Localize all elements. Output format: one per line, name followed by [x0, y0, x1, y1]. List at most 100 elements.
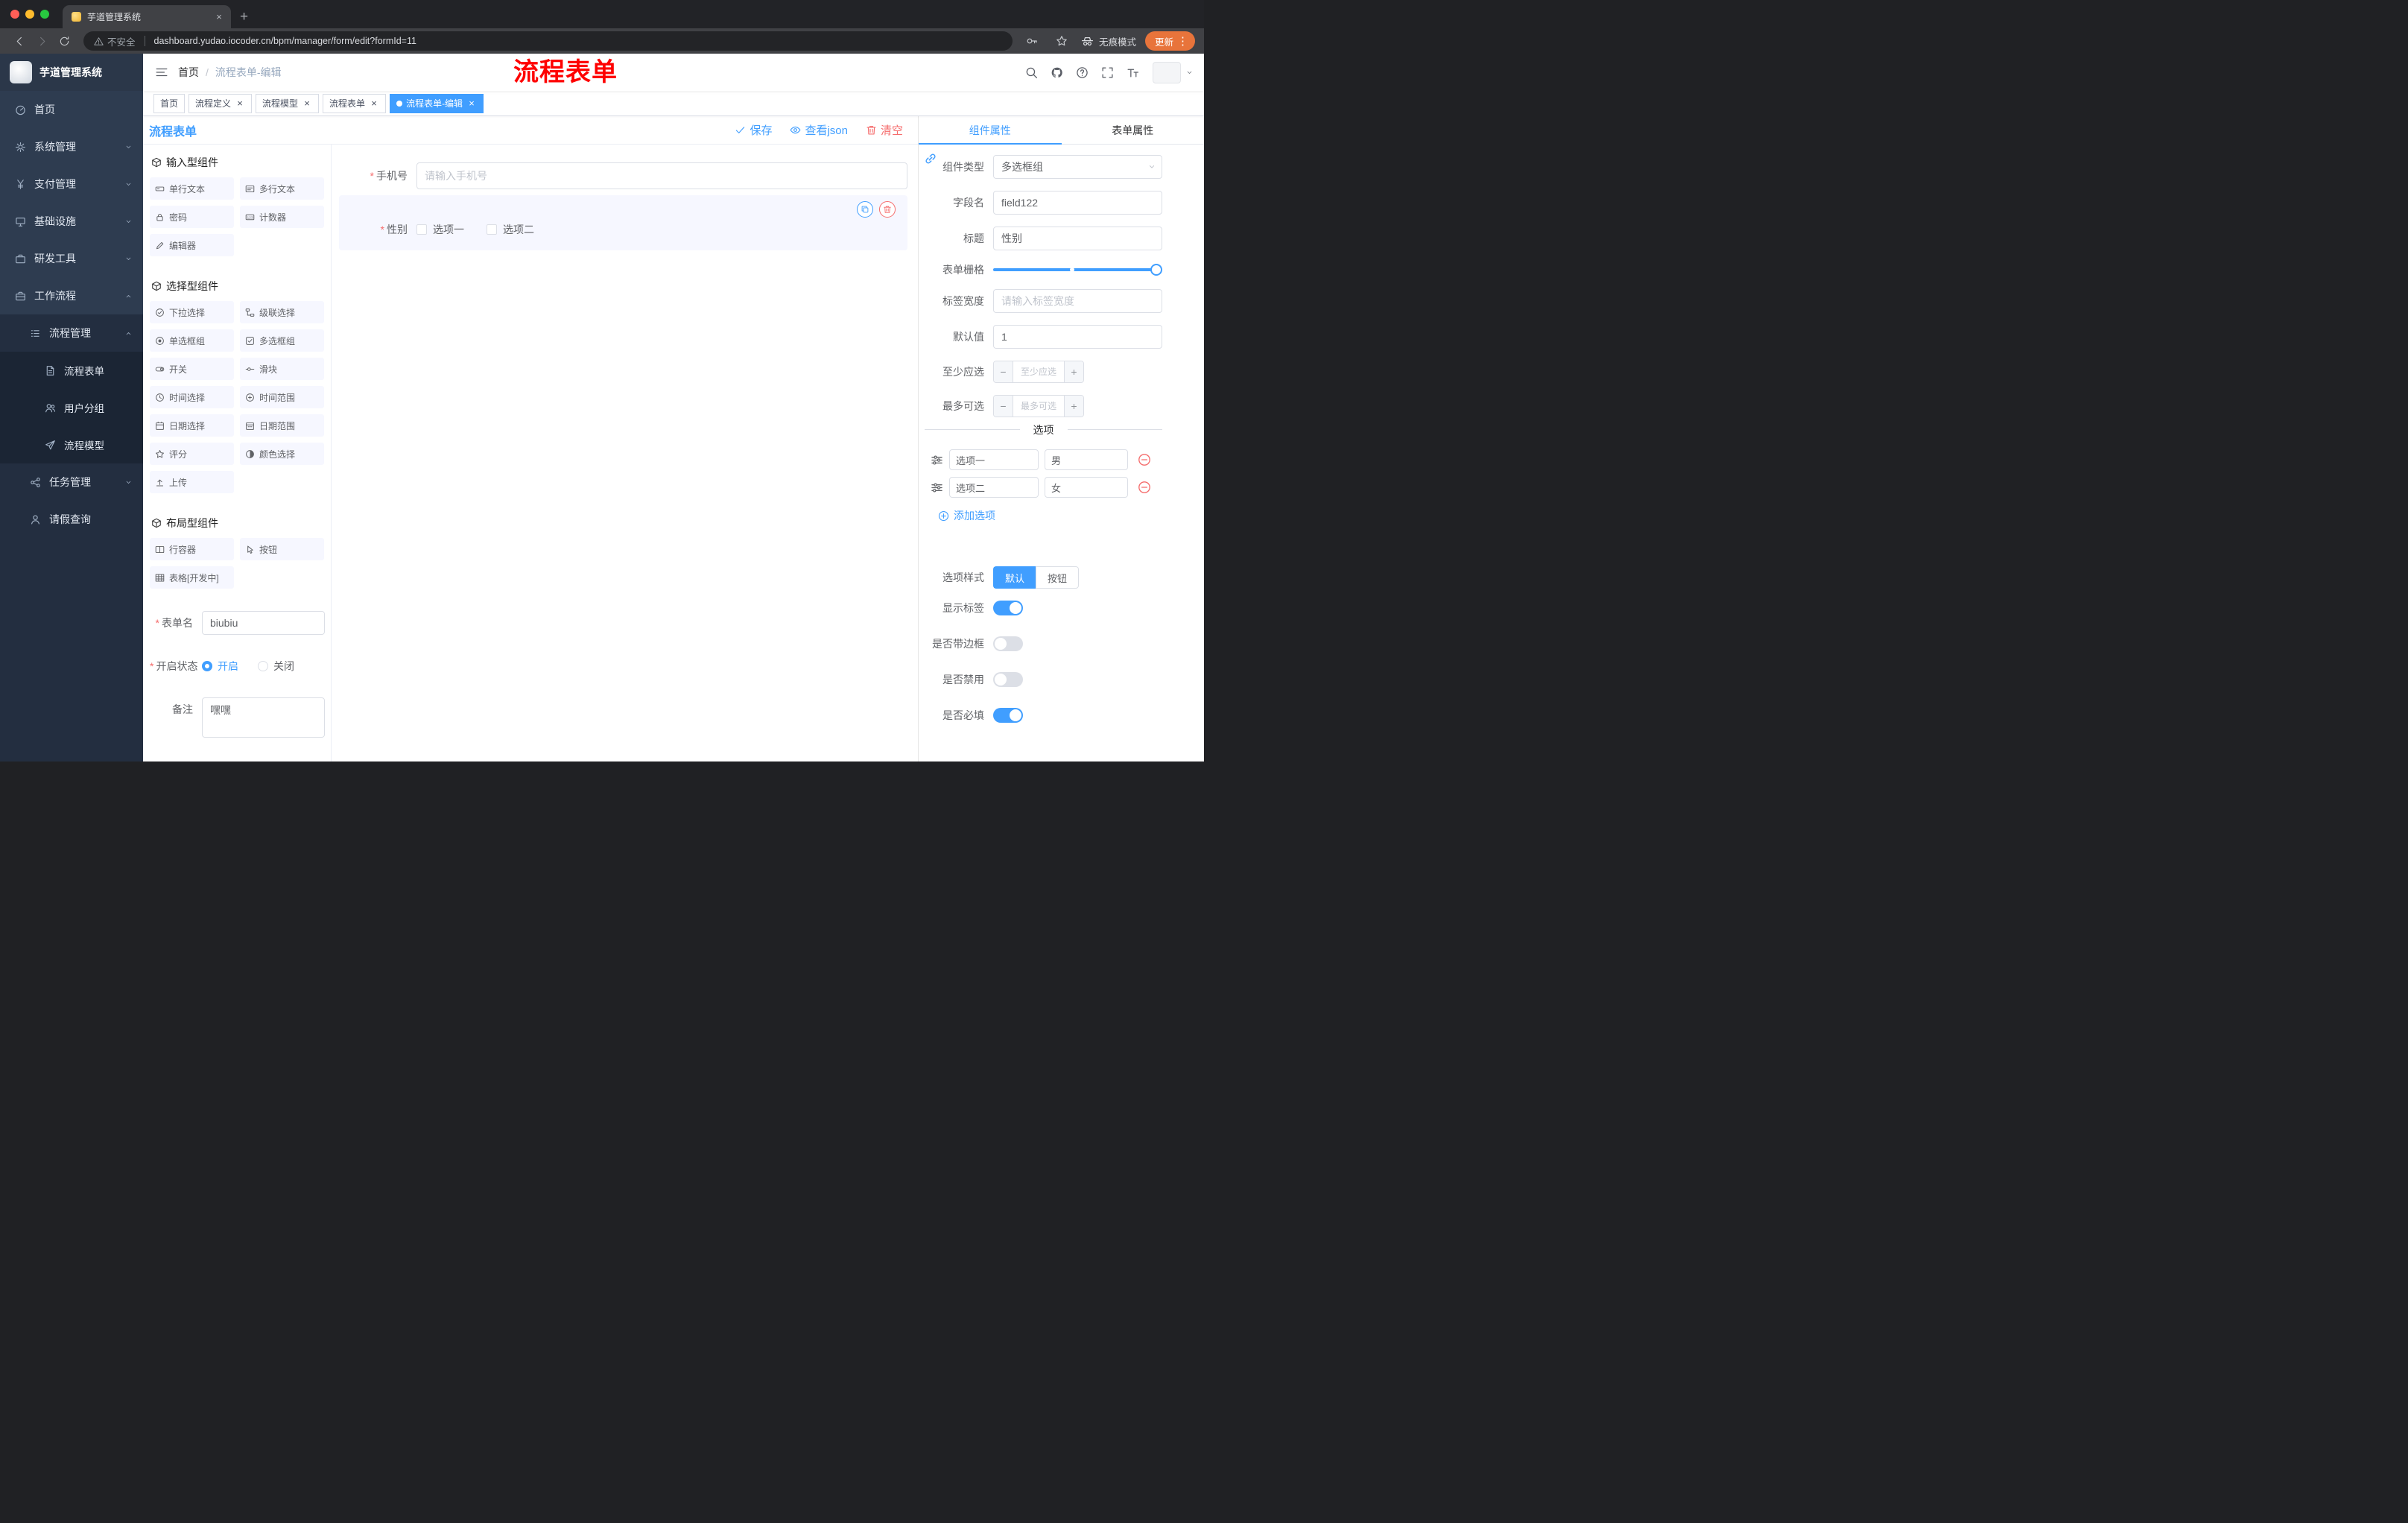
palette-item-table[interactable]: 表格[开发中] [150, 566, 234, 589]
form-remark-textarea[interactable]: 嘿嘿 [202, 697, 325, 738]
drag-handle-icon[interactable] [931, 454, 943, 466]
palette-item-date-range[interactable]: 日期范围 [240, 414, 324, 437]
minimize-window-button[interactable] [25, 10, 34, 19]
increase-button[interactable]: + [1064, 361, 1083, 382]
style-button-button[interactable]: 按钮 [1036, 566, 1080, 589]
palette-item-rate[interactable]: 评分 [150, 443, 234, 465]
palette-item-slider[interactable]: 滑块 [240, 358, 324, 380]
browser-reload-button[interactable] [54, 31, 75, 51]
palette-item-password[interactable]: 密码 [150, 206, 234, 228]
tab-close-icon[interactable]: × [213, 11, 225, 23]
sidebar-item-user-group[interactable]: 用户分组 [0, 389, 143, 426]
palette-item-radio-group[interactable]: 单选框组 [150, 329, 234, 352]
tag-home[interactable]: 首页 [153, 93, 186, 113]
clear-button[interactable]: 清空 [866, 122, 903, 138]
default-value-input[interactable] [993, 325, 1162, 349]
breadcrumb-home[interactable]: 首页 [178, 65, 199, 80]
palette-item-color-picker[interactable]: 颜色选择 [240, 443, 324, 465]
bookmark-star-icon[interactable] [1051, 31, 1072, 51]
slider-handle[interactable] [1150, 264, 1162, 276]
add-option-button[interactable]: 添加选项 [938, 508, 1162, 523]
zoom-window-button[interactable] [40, 10, 49, 19]
link-icon[interactable] [922, 151, 939, 167]
min-checked-input[interactable] [1013, 361, 1064, 382]
address-bar[interactable]: 不安全 dashboard.yudao.iocoder.cn/bpm/manag… [83, 31, 1013, 51]
close-window-button[interactable] [10, 10, 19, 19]
browser-menu-icon[interactable]: ⋮ [1177, 34, 1191, 48]
help-icon[interactable] [1072, 63, 1091, 82]
form-name-input[interactable] [202, 611, 325, 635]
option-label-input[interactable] [949, 477, 1039, 498]
close-icon[interactable]: × [369, 98, 379, 109]
style-default-button[interactable]: 默认 [993, 566, 1036, 589]
font-size-icon[interactable] [1123, 63, 1142, 82]
close-icon[interactable]: × [302, 98, 312, 109]
palette-item-cascader[interactable]: 级联选择 [240, 301, 324, 323]
tag-process-form[interactable]: 流程表单 × [323, 93, 387, 113]
status-on-radio[interactable]: 开启 [202, 659, 238, 674]
tag-process-model[interactable]: 流程模型 × [256, 93, 320, 113]
palette-item-switch[interactable]: 开关 [150, 358, 234, 380]
decrease-button[interactable]: − [994, 396, 1013, 417]
sidebar-item-process-form[interactable]: 流程表单 [0, 352, 143, 389]
sidebar-item-process-model[interactable]: 流程模型 [0, 426, 143, 463]
sidebar-item-devtools[interactable]: 研发工具 [0, 240, 143, 277]
canvas-field-gender-selected[interactable]: * 性别 选项一 选项二 [339, 195, 907, 250]
palette-item-upload[interactable]: 上传 [150, 471, 234, 493]
password-key-icon[interactable] [1021, 31, 1042, 51]
title-input[interactable] [993, 227, 1162, 250]
sidebar-item-workflow[interactable]: 工作流程 [0, 277, 143, 314]
gender-option-1-checkbox[interactable]: 选项一 [416, 222, 464, 237]
option-value-input[interactable] [1045, 449, 1128, 470]
required-switch[interactable] [993, 708, 1023, 723]
max-checked-input[interactable] [1013, 396, 1064, 417]
sidebar-item-system[interactable]: 系统管理 [0, 128, 143, 165]
view-json-button[interactable]: 查看json [790, 122, 848, 138]
border-switch[interactable] [993, 636, 1023, 651]
form-canvas[interactable]: *手机号 *性别 选项一 [332, 145, 918, 762]
disabled-switch[interactable] [993, 672, 1023, 687]
component-type-select[interactable]: 多选框组 [993, 155, 1162, 179]
browser-back-button[interactable] [9, 31, 30, 51]
palette-item-date-picker[interactable]: 日期选择 [150, 414, 234, 437]
security-chip[interactable]: 不安全 [94, 34, 136, 48]
github-icon[interactable] [1047, 63, 1066, 82]
new-tab-button[interactable]: + [231, 6, 257, 28]
sidebar-item-process-management[interactable]: 流程管理 [0, 314, 143, 352]
palette-item-editor[interactable]: 编辑器 [150, 234, 234, 256]
tab-component-props[interactable]: 组件属性 [919, 116, 1062, 144]
copy-item-button[interactable] [857, 201, 873, 218]
palette-item-button[interactable]: 按钮 [240, 538, 324, 560]
browser-update-button[interactable]: 更新 ⋮ [1144, 31, 1195, 51]
option-label-input[interactable] [949, 449, 1039, 470]
search-icon[interactable] [1021, 63, 1041, 82]
close-icon[interactable]: × [235, 98, 245, 109]
palette-item-single-line-text[interactable]: 单行文本 [150, 177, 234, 200]
palette-item-select[interactable]: 下拉选择 [150, 301, 234, 323]
remove-option-icon[interactable] [1138, 481, 1151, 494]
tag-process-form-edit[interactable]: 流程表单-编辑 × [390, 93, 484, 113]
increase-button[interactable]: + [1064, 396, 1083, 417]
sidebar-item-infrastructure[interactable]: 基础设施 [0, 203, 143, 240]
drag-handle-icon[interactable] [931, 481, 943, 494]
status-off-radio[interactable]: 关闭 [258, 659, 294, 674]
save-button[interactable]: 保存 [735, 122, 772, 138]
fullscreen-icon[interactable] [1097, 63, 1117, 82]
sidebar-item-task-management[interactable]: 任务管理 [0, 463, 143, 501]
sidebar-item-home[interactable]: 首页 [0, 91, 143, 128]
field-name-input[interactable] [993, 191, 1162, 215]
phone-input[interactable] [416, 162, 907, 189]
palette-item-checkbox-group[interactable]: 多选框组 [240, 329, 324, 352]
canvas-field-phone[interactable]: * 手机号 [339, 162, 907, 189]
palette-item-time-range[interactable]: 时间范围 [240, 386, 324, 408]
show-label-switch[interactable] [993, 601, 1023, 615]
tag-process-definition[interactable]: 流程定义 × [188, 93, 253, 113]
label-width-input[interactable] [993, 289, 1162, 313]
sidebar-logo[interactable]: 芋道管理系统 [0, 54, 143, 91]
close-icon[interactable]: × [466, 98, 477, 109]
delete-item-button[interactable] [879, 201, 896, 218]
browser-forward-button[interactable] [31, 31, 52, 51]
palette-item-time-picker[interactable]: 时间选择 [150, 386, 234, 408]
browser-tab[interactable]: 芋道管理系统 × [63, 5, 231, 28]
hamburger-icon[interactable] [143, 66, 178, 79]
